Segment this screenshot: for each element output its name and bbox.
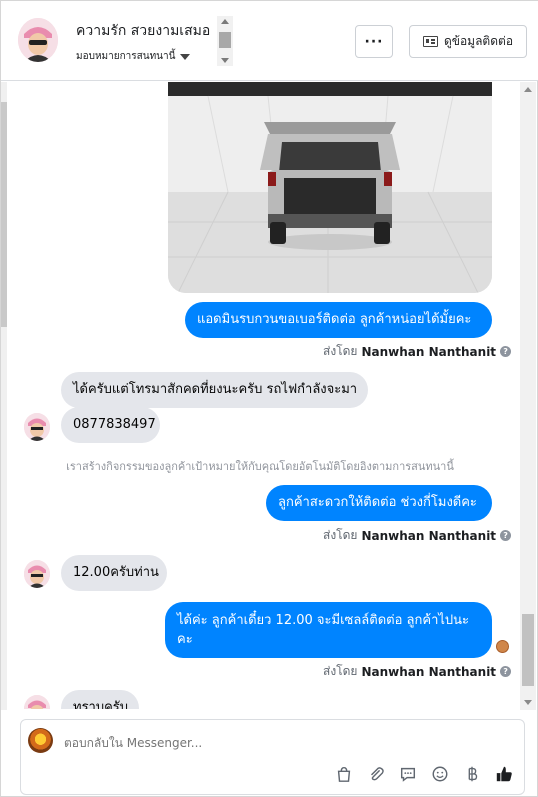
reply-input[interactable] (64, 736, 364, 750)
name-scrollbar[interactable] (217, 16, 233, 66)
left-scroll-strip (1, 82, 7, 710)
message-incoming: 12.00ครับท่าน (61, 555, 167, 591)
message-outgoing: แอดมินรบกวนขอเบอร์ติดต่อ ลูกค้าหน่อยได้ม… (185, 302, 492, 338)
scroll-up-icon[interactable] (524, 87, 532, 92)
message-incoming: 0877838497 (61, 407, 160, 443)
message-list: แอดมินรบกวนขอเบอร์ติดต่อ ลูกค้าหน่อยได้ม… (10, 82, 518, 709)
help-icon[interactable]: ? (500, 346, 512, 357)
reply-composer (20, 719, 525, 795)
sent-by-label: ส่งโดย Nanwhan Nanthanit ? (323, 662, 512, 681)
saved-reply-icon[interactable] (398, 764, 418, 784)
message-outgoing: ได้ค่ะ ลูกค้าเดี๋ยว 12.00 จะมีเซลล์ติดต่… (165, 602, 492, 658)
caret-down-icon (180, 53, 191, 60)
shopping-bag-icon[interactable] (334, 764, 354, 784)
message-incoming: ทราบครับ (61, 690, 139, 709)
assign-label: มอบหมายการสนทนานี้ (76, 51, 176, 62)
contact-avatar-small[interactable] (24, 413, 50, 441)
scroll-down-icon[interactable] (524, 700, 532, 705)
paperclip-icon[interactable] (366, 764, 386, 784)
assign-conversation-dropdown[interactable]: มอบหมายการสนทนานี้ (76, 49, 191, 64)
thumbs-up-icon[interactable] (494, 764, 514, 784)
id-card-icon (422, 36, 438, 47)
conversation-panel: ความรัก สวยงามเสมอ มอบหมายการสนทนานี้ ··… (0, 0, 538, 797)
help-icon[interactable]: ? (500, 666, 512, 677)
contact-avatar[interactable] (18, 18, 58, 62)
more-options-button[interactable]: ··· (355, 25, 393, 58)
emoji-icon[interactable] (430, 764, 450, 784)
contact-avatar-small[interactable] (24, 695, 50, 709)
message-outgoing: ลูกค้าสะดวกให้ติดต่อ ช่วงกี่โมงดีคะ (266, 485, 492, 521)
sent-by-label: ส่งโดย Nanwhan Nanthanit ? (323, 342, 512, 361)
conversation-scrollbar[interactable] (520, 82, 536, 710)
system-notice: เราสร้างกิจกรรมของลูกค้าเป้าหมายให้กับคุ… (66, 460, 454, 473)
contact-name[interactable]: ความรัก สวยงามเสมอ (76, 20, 210, 42)
seen-avatar-icon (496, 640, 509, 653)
car-photo-attachment[interactable] (168, 82, 492, 293)
view-contact-button[interactable]: ดูข้อมูลติดต่อ (409, 25, 527, 58)
contact-avatar-small[interactable] (24, 560, 50, 588)
sent-by-label: ส่งโดย Nanwhan Nanthanit ? (323, 526, 512, 545)
conversation-header: ความรัก สวยงามเสมอ มอบหมายการสนทนานี้ ··… (1, 1, 538, 81)
page-avatar (28, 728, 53, 753)
composer-toolbar (334, 764, 514, 784)
more-icon: ··· (364, 33, 384, 50)
scroll-thumb[interactable] (522, 614, 534, 686)
help-icon[interactable]: ? (500, 530, 512, 541)
view-contact-label: ดูข้อมูลติดต่อ (443, 34, 514, 48)
message-incoming: ได้ครับแต่โทรมาสักคดที่ยงนะครับ รถไฟกำลั… (61, 372, 368, 408)
baht-icon[interactable] (462, 764, 482, 784)
